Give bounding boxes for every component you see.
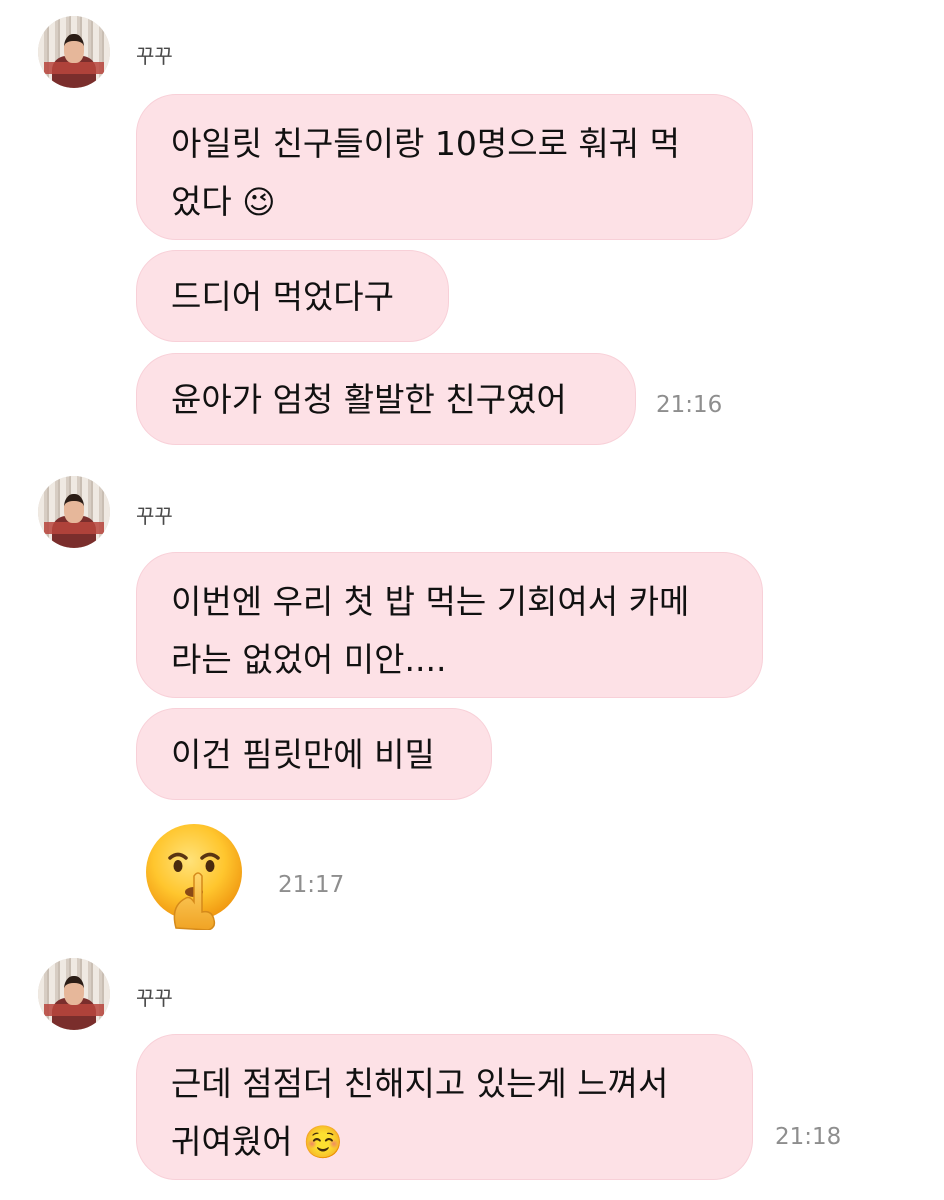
message-line-with-emoji: 었다 😉 xyxy=(171,173,718,231)
message-bubble[interactable]: 드디어 먹었다구 xyxy=(136,250,449,342)
avatar-figure-head xyxy=(64,976,84,1005)
message-bubble[interactable]: 윤아가 엄청 활발한 친구였어 xyxy=(136,353,636,445)
message-line: 이번엔 우리 첫 밥 먹는 기회여서 카메 xyxy=(171,582,690,621)
message-text: 윤아가 엄청 활발한 친구였어 xyxy=(171,380,567,419)
message-text: 드디어 먹었다구 xyxy=(171,277,395,316)
sender-name: 꾸꾸 xyxy=(136,44,173,68)
timestamp: 21:16 xyxy=(656,392,723,418)
avatar[interactable] xyxy=(38,476,110,548)
avatar-figure-box xyxy=(44,522,104,534)
shushing-face-emoji-icon[interactable] xyxy=(140,822,248,930)
avatar-figure-head xyxy=(64,34,84,63)
avatar-figure-box xyxy=(44,1004,104,1016)
timestamp: 21:17 xyxy=(278,872,345,898)
timestamp: 21:18 xyxy=(775,1124,842,1150)
sender-name: 꾸꾸 xyxy=(136,986,173,1010)
avatar-figure-head xyxy=(64,494,84,523)
avatar[interactable] xyxy=(38,958,110,1030)
message-bubble[interactable]: 이번엔 우리 첫 밥 먹는 기회여서 카메 라는 없었어 미안.... xyxy=(136,552,763,698)
message-line: 라는 없었어 미안.... xyxy=(171,640,447,679)
smiling-face-emoji-icon: ☺️ xyxy=(302,1123,343,1161)
message-line: 귀여웠어 xyxy=(171,1122,293,1161)
message-bubble[interactable]: 근데 점점더 친해지고 있는게 느껴서 귀여웠어 ☺️ xyxy=(136,1034,753,1180)
message-line: 근데 점점더 친해지고 있는게 느껴서 xyxy=(171,1064,669,1103)
sender-name: 꾸꾸 xyxy=(136,504,173,528)
message-text: 이건 핌릿만에 비밀 xyxy=(171,735,435,774)
message-line: 아일릿 친구들이랑 10명으로 훠궈 먹 xyxy=(171,124,680,163)
avatar[interactable] xyxy=(38,16,110,88)
wink-emoji-icon: 😉 xyxy=(242,183,276,221)
message-line-with-emoji: 귀여웠어 ☺️ xyxy=(171,1113,718,1171)
message-bubble[interactable]: 아일릿 친구들이랑 10명으로 훠궈 먹 었다 😉 xyxy=(136,94,753,240)
message-line: 었다 xyxy=(171,182,232,221)
avatar-figure-box xyxy=(44,62,104,74)
message-bubble[interactable]: 이건 핌릿만에 비밀 xyxy=(136,708,492,800)
